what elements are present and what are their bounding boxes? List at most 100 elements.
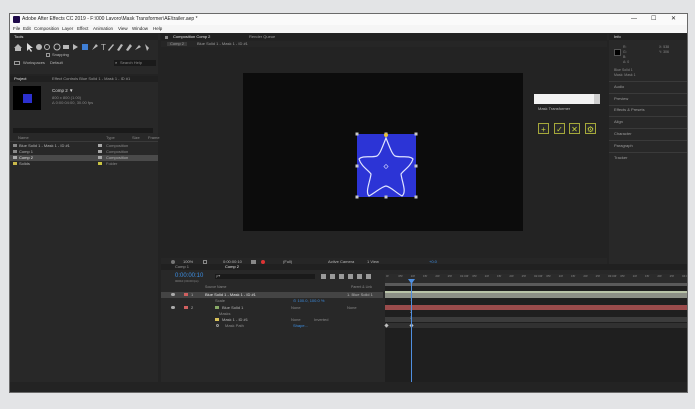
apply-button[interactable]: ✓ [554, 123, 565, 134]
folder-icon [13, 162, 17, 165]
col-name[interactable]: Name [18, 136, 29, 140]
ruler-label: 03:00f [608, 274, 617, 278]
app-window: Adobe After Effects CC 2019 - F:\000 Lav… [9, 13, 688, 393]
current-time-indicator[interactable] [411, 281, 412, 382]
type-tool-icon: T [101, 43, 106, 52]
timeline-tab-comp1[interactable]: Comp 1 [175, 265, 189, 269]
layer-property-row[interactable]: Scale ⊙ 100.0, 100.0 % [161, 298, 383, 304]
ruler-label: 20f [657, 274, 662, 278]
col-size[interactable]: Size [132, 136, 140, 140]
pen-tool-icon [92, 44, 98, 50]
panel-align[interactable]: Align [614, 120, 623, 124]
info-panel-title[interactable]: Info [614, 35, 621, 39]
remove-button[interactable]: ✕ [569, 123, 580, 134]
col-type[interactable]: Type [106, 136, 115, 140]
mask-name: Mask 1 - ID #1 [222, 317, 249, 322]
info-layer-name: Blue Solid 1 [614, 68, 633, 72]
ruler-label: 02:00f [534, 274, 543, 278]
time-ruler[interactable]: 0f 05f 10f 15f 20f 25f 01:00f 05f 10f 15f 20f 25f 02… [385, 274, 687, 286]
mask-mode[interactable]: None [291, 318, 301, 322]
mask-shape-overlay[interactable] [349, 126, 423, 206]
timeline-search-field[interactable]: ρ▾ [215, 274, 315, 279]
mask-color-swatch [215, 318, 219, 321]
snapping-checkbox[interactable] [46, 53, 50, 57]
layer-mode[interactable]: None [291, 306, 301, 310]
ruler-label: 15f [423, 274, 428, 278]
workspace-default[interactable]: Default [50, 61, 63, 65]
project-item-name: Blue Solid 1 - Mask 1 - ID #1 [19, 143, 70, 148]
tab-effect-controls[interactable]: Effect Controls Blue Solid 1 - Mask 1 - … [52, 77, 130, 81]
tab-composition[interactable]: Composition Comp 2 [173, 35, 210, 39]
minimize-button[interactable]: — [631, 16, 637, 22]
project-search-field[interactable] [13, 128, 153, 133]
col-source-name[interactable]: Source Name [205, 285, 226, 290]
breadcrumb: Comp 2 Blue Solid 1 - Mask 1 - ID #1 [161, 41, 607, 47]
mask-transformer-panel: Mask Transformer + ✓ ✕ ⚙ [532, 94, 604, 144]
ruler-label: 05f [472, 274, 477, 278]
layer-parent[interactable]: 1. Blue Solid 1 [347, 293, 373, 297]
menu-layer[interactable]: Layer [62, 26, 73, 32]
layer-bar-2[interactable] [385, 305, 687, 310]
label-color-swatch [98, 144, 102, 147]
property-value[interactable]: ⊙ 100.0, 100.0 % [293, 299, 324, 303]
timeline-tab-comp2[interactable]: Comp 2 [225, 265, 239, 269]
layer-name: Blue Solid 1 [222, 305, 244, 310]
hand-tool-icon [36, 44, 42, 50]
rectangle-tool-icon [82, 44, 88, 50]
ae-logo-icon [13, 16, 20, 23]
menu-animation[interactable]: Animation [93, 26, 113, 32]
panel-preview[interactable]: Preview [614, 97, 628, 101]
menu-edit[interactable]: Edit [23, 26, 31, 32]
menu-effect[interactable]: Effect [77, 26, 88, 32]
visibility-eye-icon[interactable] [171, 306, 175, 309]
ruler-label: 20f [435, 274, 440, 278]
brush-tool-icon [108, 44, 114, 51]
camera-tool-icon [63, 45, 69, 49]
menu-view[interactable]: View [118, 26, 128, 32]
menu-file[interactable]: File [13, 26, 20, 32]
ruler-label: 25f [669, 274, 674, 278]
ruler-label: 10f [632, 274, 637, 278]
layer-parent[interactable]: None [347, 306, 357, 310]
composition-icon [13, 156, 17, 159]
panel-audio[interactable]: Audio [614, 85, 624, 89]
layer-number: 2 [191, 305, 194, 310]
mask-path-row[interactable]: Mask Path Shape... [161, 323, 383, 329]
project-item-type: Folder [106, 161, 118, 166]
home-icon [14, 44, 22, 51]
maximize-button[interactable]: ☐ [651, 16, 656, 22]
tab-render-queue[interactable]: Render Queue [249, 35, 275, 39]
menu-composition[interactable]: Composition [34, 26, 59, 32]
stopwatch-icon[interactable] [216, 324, 219, 327]
add-button[interactable]: + [538, 123, 549, 134]
mask-transformer-title: Mask Transformer [538, 106, 571, 111]
panel-character[interactable]: Character [614, 132, 632, 136]
blue-solid-layer [357, 134, 416, 197]
panel-tracker[interactable]: Tracker [614, 156, 627, 160]
visibility-eye-icon[interactable] [171, 293, 175, 296]
col-parent-link[interactable]: Parent & Link [351, 285, 372, 290]
panel-effects-presets[interactable]: Effects & Presets [614, 108, 645, 112]
project-item-type: Composition [106, 149, 129, 154]
mask-inverted[interactable]: Inverted [314, 318, 328, 322]
search-help-placeholder: Search Help [120, 60, 143, 65]
layer-bar-1[interactable] [385, 293, 687, 298]
right-panels: Info R: G: B: A: 0 X: 538 Y: 306 Blue So… [609, 34, 687, 266]
tab-project[interactable]: Project [14, 77, 26, 81]
breadcrumb-layer[interactable]: Blue Solid 1 - Mask 1 - ID #1 [197, 42, 248, 46]
settings-button[interactable]: ⚙ [585, 123, 596, 134]
col-frame[interactable]: Frame [148, 136, 160, 140]
mask-path-value[interactable]: Shape... [293, 324, 308, 328]
composition-panel: Composition Comp 2 Render Queue Comp 2 B… [161, 34, 607, 266]
info-green: G: [623, 50, 627, 54]
search-help-field[interactable]: ⌕ Search Help [114, 60, 156, 66]
project-columns-header: Name Type Size Frame [10, 135, 160, 142]
menu-window[interactable]: Window [132, 26, 148, 32]
close-button[interactable]: ✕ [671, 16, 676, 22]
ruler-label: 25f [447, 274, 452, 278]
panel-paragraph[interactable]: Paragraph [614, 144, 633, 148]
project-item[interactable]: Solids Folder [10, 161, 158, 167]
menu-help[interactable]: Help [153, 26, 162, 32]
breadcrumb-comp[interactable]: Comp 2 [167, 42, 188, 46]
mask-path-name: Mask Path [225, 323, 244, 328]
